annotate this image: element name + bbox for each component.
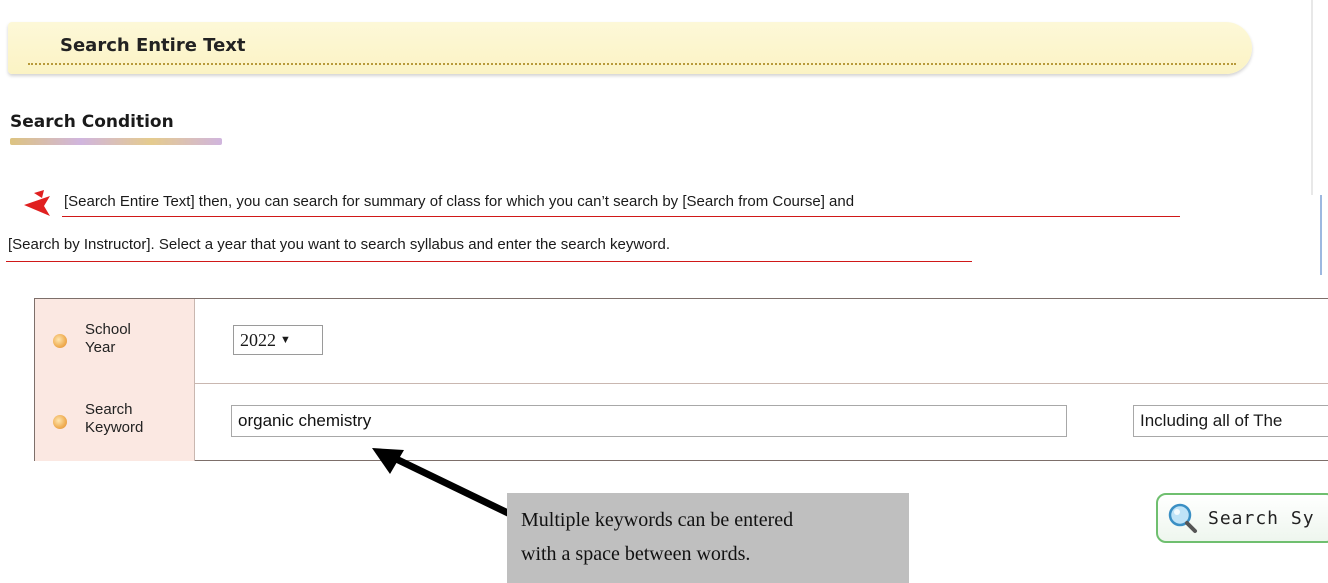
search-keyword-input[interactable] (231, 405, 1067, 437)
section-title: Search Condition (10, 112, 174, 132)
annotation-callout: Multiple keywords can be entered with a … (507, 493, 909, 583)
school-year-label-1: School (85, 321, 131, 338)
annotation-underline (6, 261, 972, 262)
bullet-arrow-icon (24, 190, 50, 216)
callout-arrow-icon (372, 448, 512, 518)
description-line-1: [Search Entire Text] then, you can searc… (64, 193, 855, 210)
section-title-underline (10, 138, 222, 145)
row-header-search-keyword: Search Keyword (35, 383, 195, 461)
school-year-value: 2022 (240, 329, 276, 350)
orange-dot-icon (53, 415, 67, 429)
search-button-label: Search Sy (1208, 507, 1315, 529)
page-edge-accent (1320, 195, 1322, 275)
search-syllabus-button[interactable]: Search Sy (1156, 493, 1328, 543)
page-title-banner: Search Entire Text (8, 22, 1252, 74)
row-header-school-year: School Year (35, 299, 195, 383)
search-form-table: School Year Search Keyword 2022 ▼ Includ… (34, 298, 1328, 461)
orange-dot-icon (53, 334, 67, 348)
banner-dotted-rule (28, 63, 1236, 65)
page-edge-divider (1311, 0, 1313, 195)
search-keyword-label-2: Keyword (85, 419, 144, 436)
keyword-match-mode-value: Including all of The (1140, 411, 1283, 430)
page-title: Search Entire Text (60, 35, 246, 56)
search-keyword-label-1: Search (85, 401, 133, 418)
keyword-match-mode-select[interactable]: Including all of The (1133, 405, 1328, 437)
callout-line-2: with a space between words. (521, 543, 751, 565)
form-row-school-year: School Year (35, 299, 1328, 384)
dropdown-arrow-icon: ▼ (280, 334, 291, 346)
school-year-select[interactable]: 2022 ▼ (233, 325, 323, 355)
magnifier-icon (1168, 503, 1197, 533)
school-year-label-2: Year (85, 339, 116, 356)
annotation-underline (62, 216, 1180, 217)
callout-line-1: Multiple keywords can be entered (521, 509, 794, 531)
description-line-2: [Search by Instructor]. Select a year th… (8, 236, 671, 253)
